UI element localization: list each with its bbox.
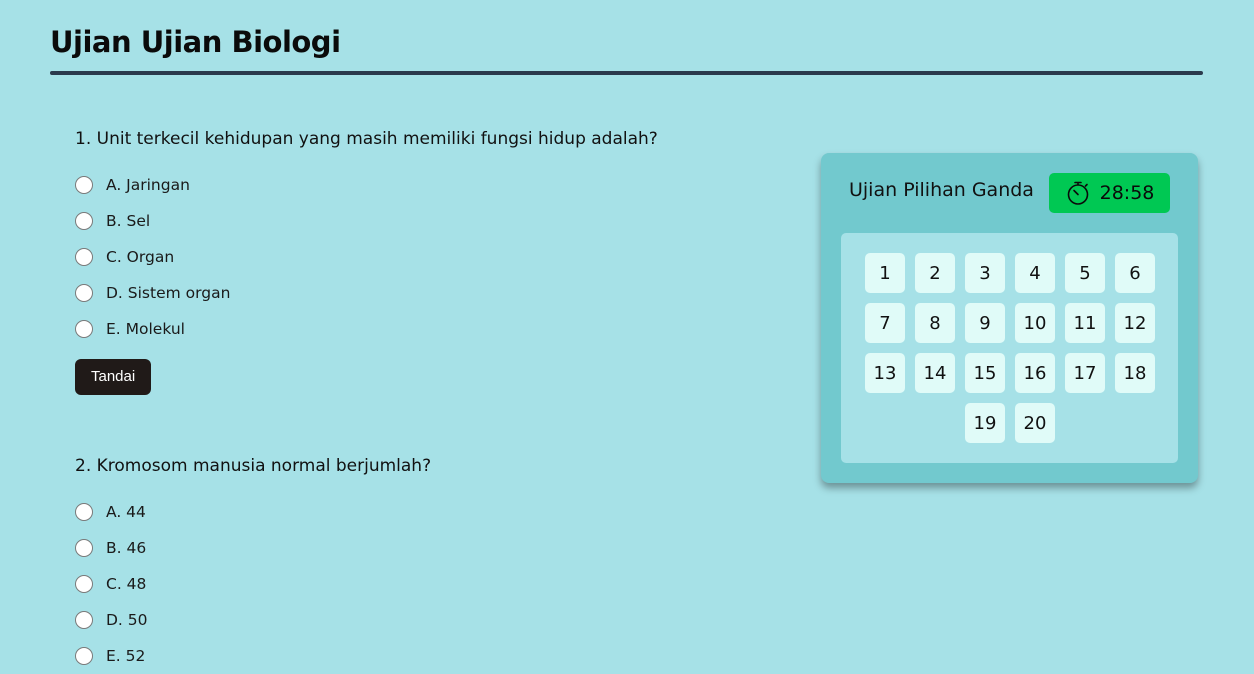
panel-title: Ujian Pilihan Ganda xyxy=(849,179,1034,201)
question-number-2[interactable]: 2 xyxy=(915,253,955,293)
radio-button[interactable] xyxy=(75,212,93,230)
question-number-18[interactable]: 18 xyxy=(1115,353,1155,393)
question-number-4[interactable]: 4 xyxy=(1015,253,1055,293)
option-2d[interactable]: D. 50 xyxy=(75,602,775,638)
option-label: C. Organ xyxy=(106,248,175,266)
option-1a[interactable]: A. Jaringan xyxy=(75,167,775,203)
radio-button[interactable] xyxy=(75,575,93,593)
option-label: A. Jaringan xyxy=(106,176,190,194)
option-label: D. Sistem organ xyxy=(106,284,231,302)
radio-button[interactable] xyxy=(75,248,93,266)
radio-button[interactable] xyxy=(75,176,93,194)
option-2b[interactable]: B. 46 xyxy=(75,530,775,566)
question-number-10[interactable]: 10 xyxy=(1015,303,1055,343)
option-2a[interactable]: A. 44 xyxy=(75,494,775,530)
question-number-15[interactable]: 15 xyxy=(965,353,1005,393)
question-number-16[interactable]: 16 xyxy=(1015,353,1055,393)
option-2e[interactable]: E. 52 xyxy=(75,638,775,674)
timer-text: 28:58 xyxy=(1099,182,1155,204)
radio-button[interactable] xyxy=(75,320,93,338)
option-label: A. 44 xyxy=(106,503,146,521)
timer-badge: 28:58 xyxy=(1049,173,1170,213)
question-number-8[interactable]: 8 xyxy=(915,303,955,343)
option-1d[interactable]: D. Sistem organ xyxy=(75,275,775,311)
radio-button[interactable] xyxy=(75,503,93,521)
option-label: D. 50 xyxy=(106,611,148,629)
question-number-11[interactable]: 11 xyxy=(1065,303,1105,343)
option-label: B. Sel xyxy=(106,212,151,230)
option-label: E. 52 xyxy=(106,647,146,665)
radio-button[interactable] xyxy=(75,539,93,557)
question-number-12[interactable]: 12 xyxy=(1115,303,1155,343)
stopwatch-icon xyxy=(1067,181,1088,205)
question-number-17[interactable]: 17 xyxy=(1065,353,1105,393)
option-1c[interactable]: C. Organ xyxy=(75,239,775,275)
question-navigator: 1 2 3 4 5 6 7 8 9 10 11 12 13 14 15 16 1… xyxy=(841,233,1178,463)
option-label: C. 48 xyxy=(106,575,147,593)
question-text: 1. Unit terkecil kehidupan yang masih me… xyxy=(75,129,658,149)
question-number-7[interactable]: 7 xyxy=(865,303,905,343)
option-2c[interactable]: C. 48 xyxy=(75,566,775,602)
question-number-grid: 1 2 3 4 5 6 7 8 9 10 11 12 13 14 15 16 1… xyxy=(865,253,1155,443)
option-1b[interactable]: B. Sel xyxy=(75,203,775,239)
question-2: 2. Kromosom manusia normal berjumlah? A.… xyxy=(75,451,775,674)
question-number-13[interactable]: 13 xyxy=(865,353,905,393)
question-number-20[interactable]: 20 xyxy=(1015,403,1055,443)
option-1e[interactable]: E. Molekul xyxy=(75,311,775,347)
question-number-5[interactable]: 5 xyxy=(1065,253,1105,293)
question-text: 2. Kromosom manusia normal berjumlah? xyxy=(75,456,432,476)
question-number-19[interactable]: 19 xyxy=(965,403,1005,443)
page-title: Ujian Ujian Biologi xyxy=(50,25,341,59)
question-number-1[interactable]: 1 xyxy=(865,253,905,293)
question-list: 1. Unit terkecil kehidupan yang masih me… xyxy=(75,124,775,674)
question-1: 1. Unit terkecil kehidupan yang masih me… xyxy=(75,124,775,395)
option-label: B. 46 xyxy=(106,539,147,557)
question-number-3[interactable]: 3 xyxy=(965,253,1005,293)
question-number-9[interactable]: 9 xyxy=(965,303,1005,343)
radio-button[interactable] xyxy=(75,647,93,665)
question-number-14[interactable]: 14 xyxy=(915,353,955,393)
page-header: Ujian Ujian Biologi xyxy=(50,22,1203,75)
radio-button[interactable] xyxy=(75,611,93,629)
mark-button[interactable]: Tandai xyxy=(75,359,152,395)
exam-panel: Ujian Pilihan Ganda 28:58 1 2 3 4 5 6 7 … xyxy=(821,153,1198,483)
radio-button[interactable] xyxy=(75,284,93,302)
question-number-6[interactable]: 6 xyxy=(1115,253,1155,293)
option-label: E. Molekul xyxy=(106,320,185,338)
title-divider xyxy=(50,71,1203,75)
